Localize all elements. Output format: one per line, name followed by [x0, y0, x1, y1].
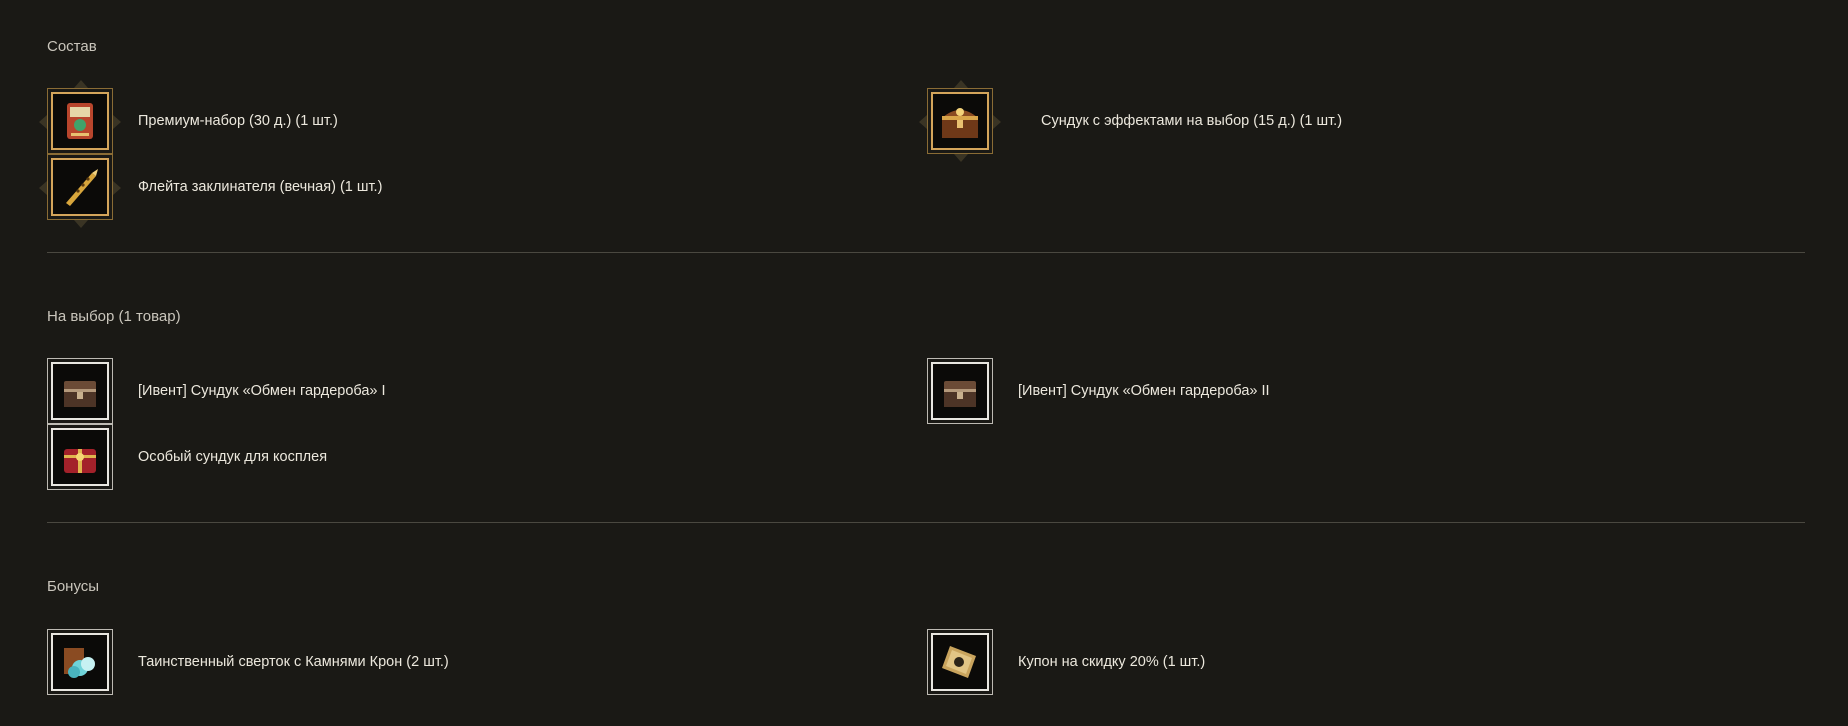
- composition-item-flute[interactable]: Флейта заклинателя (вечная) (1 шт.): [39, 154, 383, 228]
- item-slot[interactable]: [39, 80, 121, 154]
- bonus-item-crown-stones[interactable]: Таинственный сверток с Камнями Крон (2 ш…: [47, 629, 449, 695]
- wardrobe-chest-icon: [931, 362, 989, 420]
- discount-coupon-icon: [931, 633, 989, 691]
- choice-item-wardrobe-chest-2[interactable]: [Ивент] Сундук «Обмен гардероба» II: [927, 358, 1270, 424]
- slot-arrow-left: [39, 115, 47, 129]
- item-label: Сундук с эффектами на выбор (15 д.) (1 ш…: [1041, 113, 1343, 129]
- item-label: [Ивент] Сундук «Обмен гардероба» II: [1018, 383, 1270, 399]
- wardrobe-chest-icon: [51, 362, 109, 420]
- cosplay-chest-icon: [51, 428, 109, 486]
- composition-item-premium-pack[interactable]: Премиум-набор (30 д.) (1 шт.): [39, 80, 338, 154]
- slot-arrow-down: [954, 154, 968, 162]
- item-label: Купон на скидку 20% (1 шт.): [1018, 654, 1206, 670]
- slot-arrow-up: [74, 80, 88, 88]
- item-slot[interactable]: [39, 154, 121, 228]
- composition-item-effects-chest[interactable]: Сундук с эффектами на выбор (15 д.) (1 ш…: [919, 80, 1343, 162]
- bundle-contents-page: Состав Премиум-набор (30 д.) (1 шт.) Сун…: [0, 0, 1848, 726]
- crown-stones-bundle-icon: [51, 633, 109, 691]
- item-label: Флейта заклинателя (вечная) (1 шт.): [138, 179, 383, 195]
- bonus-item-discount-coupon[interactable]: Купон на скидку 20% (1 шт.): [927, 629, 1205, 695]
- item-slot[interactable]: [919, 80, 1001, 162]
- item-slot[interactable]: [927, 629, 993, 695]
- effects-chest-icon: [931, 92, 989, 150]
- section-divider: [47, 522, 1805, 523]
- slot-arrow-right: [113, 115, 121, 129]
- choice-item-cosplay-chest[interactable]: Особый сундук для косплея: [47, 424, 327, 490]
- choice-title: На выбор (1 товар): [47, 308, 181, 325]
- slot-arrow-up: [954, 80, 968, 88]
- choice-item-wardrobe-chest-1[interactable]: [Ивент] Сундук «Обмен гардероба» I: [47, 358, 386, 424]
- slot-arrow-left: [919, 115, 927, 129]
- bonuses-title: Бонусы: [47, 578, 100, 595]
- slot-arrow-right: [113, 181, 121, 195]
- item-label: [Ивент] Сундук «Обмен гардероба» I: [138, 383, 386, 399]
- slot-arrow-left: [39, 181, 47, 195]
- premium-pack-icon: [51, 92, 109, 150]
- composition-title: Состав: [47, 38, 97, 55]
- slot-arrow-down: [74, 220, 88, 228]
- section-divider: [47, 252, 1805, 253]
- item-label: Особый сундук для косплея: [138, 449, 328, 465]
- item-slot[interactable]: [47, 629, 113, 695]
- item-slot[interactable]: [47, 424, 113, 490]
- item-label: Премиум-набор (30 д.) (1 шт.): [138, 113, 338, 129]
- item-slot[interactable]: [927, 358, 993, 424]
- slot-arrow-right: [993, 115, 1001, 129]
- flute-icon: [51, 158, 109, 216]
- item-label: Таинственный сверток с Камнями Крон (2 ш…: [138, 654, 449, 670]
- item-slot[interactable]: [47, 358, 113, 424]
